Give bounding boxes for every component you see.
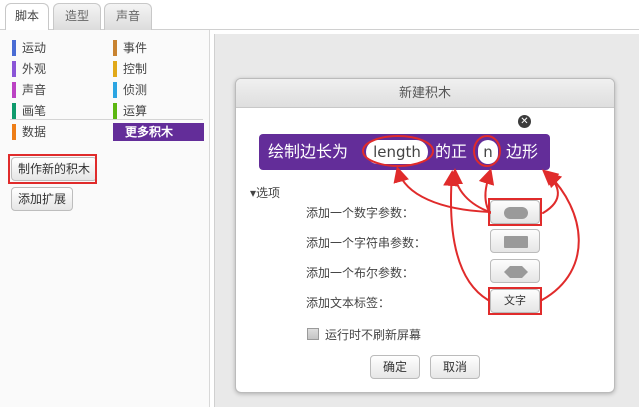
block-label-part1: 绘制边长为: [268, 142, 349, 161]
category-looks[interactable]: 外观: [12, 60, 102, 78]
tab-bar: 脚本 造型 声音: [0, 0, 639, 31]
category-more-blocks[interactable]: 更多积木: [113, 123, 204, 141]
rect-shape-icon: [504, 236, 528, 248]
annotation-box-make-block: [8, 154, 97, 184]
block-label-part3: 边形: [506, 142, 539, 161]
add-extension-button[interactable]: 添加扩展: [11, 187, 74, 211]
add-number-param-label: 添加一个数字参数：: [306, 206, 415, 220]
annotation-box-number: [488, 198, 542, 226]
run-without-refresh-label: 运行时不刷新屏幕: [325, 328, 422, 342]
block-param-length[interactable]: length: [366, 140, 428, 164]
category-sensing[interactable]: 侦测: [113, 81, 203, 99]
block-label-part2: 的正: [435, 142, 468, 161]
annotation-box-text: [488, 287, 542, 315]
add-boolean-param-label: 添加一个布尔参数：: [306, 266, 415, 280]
ok-button[interactable]: 确定: [370, 355, 420, 379]
category-motion[interactable]: 运动: [12, 39, 102, 57]
category-operators[interactable]: 运算: [113, 102, 203, 120]
category-sound[interactable]: 声音: [12, 81, 102, 99]
options-toggle[interactable]: ▾选项: [250, 184, 280, 201]
category-events[interactable]: 事件: [113, 39, 203, 57]
add-string-param-label: 添加一个字符串参数：: [306, 236, 427, 250]
add-boolean-param-button[interactable]: [490, 259, 540, 283]
tab-sounds[interactable]: 声音: [104, 3, 152, 30]
category-pen[interactable]: 画笔: [12, 102, 102, 120]
add-text-label-label: 添加文本标签：: [306, 296, 391, 310]
dialog-title: 新建积木: [236, 79, 614, 108]
category-data[interactable]: 数据: [12, 123, 102, 141]
tab-costumes[interactable]: 造型: [53, 3, 101, 30]
category-control[interactable]: 控制: [113, 60, 203, 78]
options-label: 选项: [256, 186, 281, 200]
add-string-param-button[interactable]: [490, 229, 540, 253]
run-without-refresh-checkbox[interactable]: [307, 328, 319, 340]
tab-scripts[interactable]: 脚本: [5, 3, 49, 31]
hexagon-shape-icon: [504, 266, 528, 278]
block-param-n[interactable]: n: [478, 140, 498, 164]
close-icon[interactable]: ✕: [518, 115, 531, 128]
palette-divider: [10, 119, 203, 120]
cancel-button[interactable]: 取消: [430, 355, 480, 379]
